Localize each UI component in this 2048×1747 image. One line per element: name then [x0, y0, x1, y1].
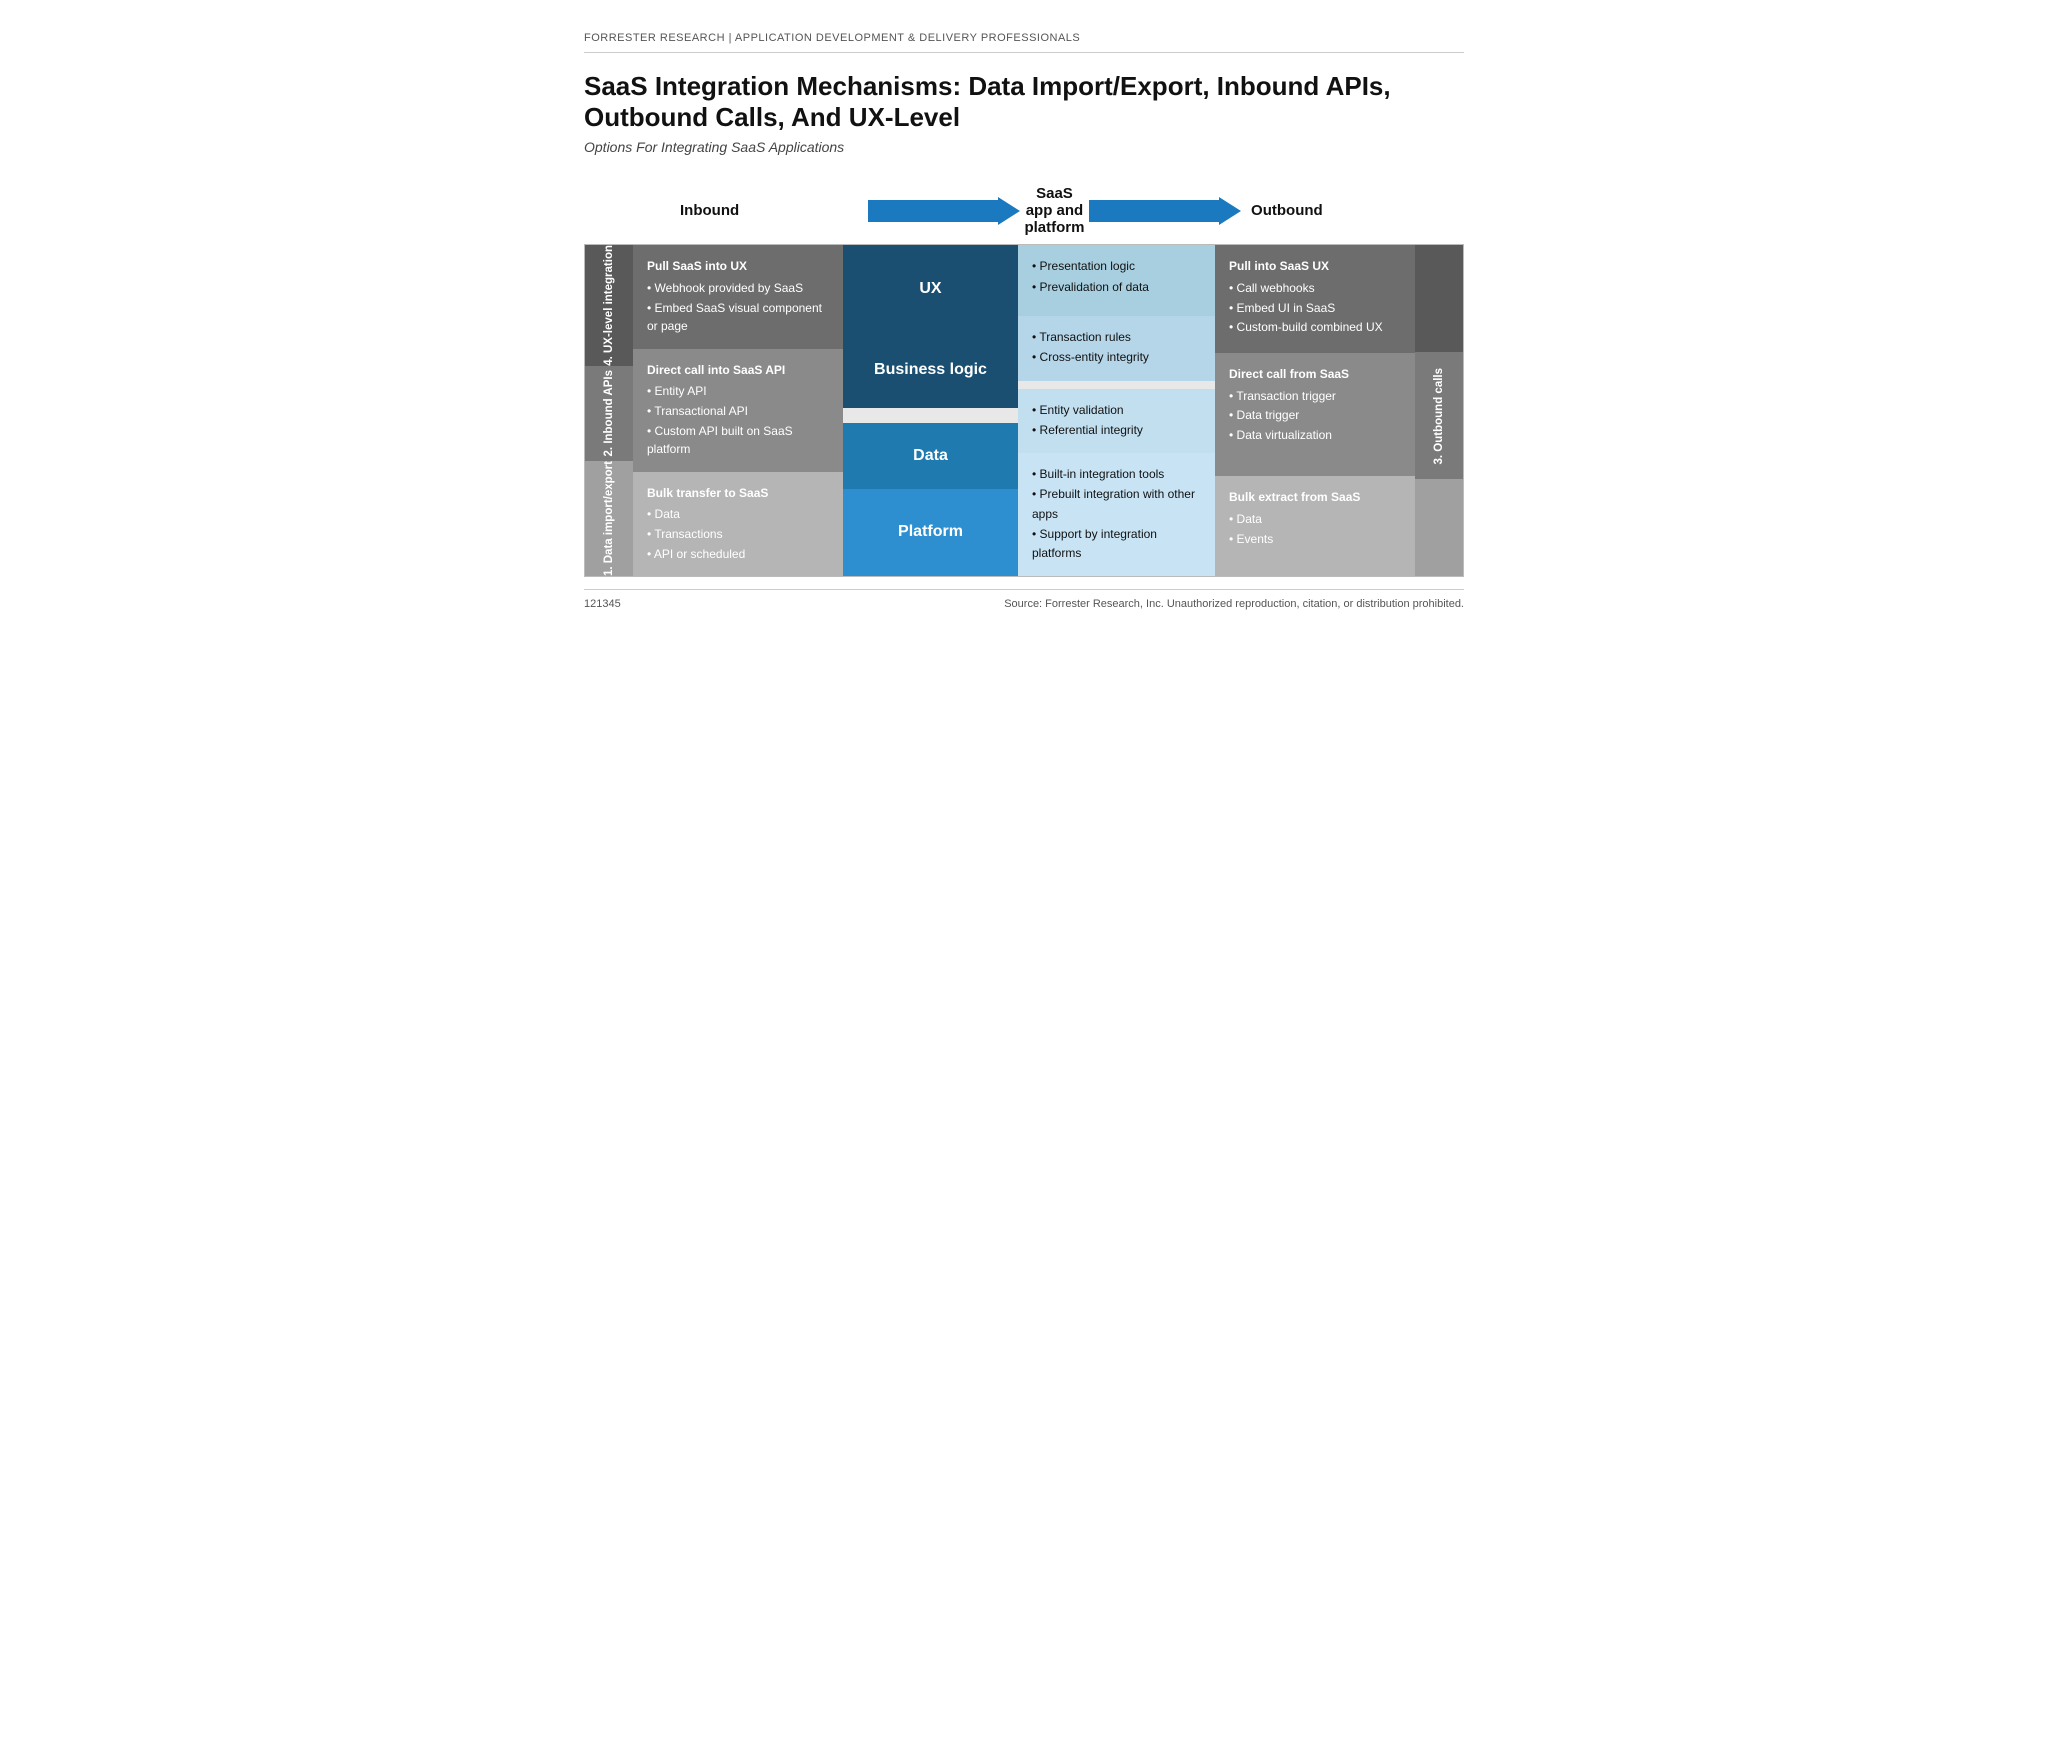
outbound-data-bullet-2: Events [1229, 530, 1401, 549]
inbound-ux-title: Pull SaaS into UX [647, 257, 829, 276]
desc-biz-bullets: Transaction rules Cross-entity integrity [1032, 328, 1201, 367]
desc-data-cell: Entity validation Referential integrity [1018, 389, 1215, 453]
outbound-data-title: Bulk extract from SaaS [1229, 488, 1401, 507]
outbound-arrow [1084, 197, 1241, 225]
sidebar-right: 3. Outbound calls [1415, 245, 1463, 576]
center-ux-box: UX [843, 245, 1018, 332]
inbound-arrow-head [998, 197, 1020, 225]
outbound-calls-label: 3. Outbound calls [1433, 368, 1445, 464]
desc-data-bullets: Entity validation Referential integrity [1032, 401, 1201, 440]
inbound-data-title: Bulk transfer to SaaS [647, 484, 829, 503]
inbound-arrow-body [868, 200, 998, 222]
inbound-data-bullet-3: API or scheduled [647, 545, 829, 564]
inbound-ux-bullet-2: Embed SaaS visual component or page [647, 299, 829, 336]
outbound-arrow-head [1219, 197, 1241, 225]
desc-gap [1018, 381, 1215, 389]
desc-platform-bullet-3: Support by integration platforms [1032, 525, 1201, 563]
sidebar-right-outbound: 3. Outbound calls [1415, 352, 1463, 479]
center-platform-label: Platform [898, 523, 963, 541]
outbound-data-bullet-1: Data [1229, 510, 1401, 529]
sidebar-left: 4. UX-level integration 2. Inbound APIs … [585, 245, 633, 576]
inbound-arrow-label: Inbound [680, 202, 868, 219]
outbound-calls-title: Direct call from SaaS [1229, 365, 1401, 384]
footer: 121345 Source: Forrester Research, Inc. … [584, 589, 1464, 610]
sidebar-right-data [1415, 479, 1463, 576]
center-platform-box: Platform [843, 489, 1018, 576]
arrow-row: Inbound SaaS app and platform Outbound [584, 185, 1464, 236]
outbound-data-bullets: Data Events [1229, 510, 1401, 548]
inbound-data-cell: Bulk transfer to SaaS Data Transactions … [633, 472, 843, 576]
inbound-apis-cell: Direct call into SaaS API Entity API Tra… [633, 349, 843, 472]
desc-data-bullet-1: Entity validation [1032, 401, 1201, 420]
header-bar: FORRESTER RESEARCH | APPLICATION DEVELOP… [584, 32, 1464, 53]
outbound-calls-cell: Direct call from SaaS Transaction trigge… [1215, 353, 1415, 476]
inbound-data-bullet-1: Data [647, 505, 829, 524]
inbound-ux-cell: Pull SaaS into UX Webhook provided by Sa… [633, 245, 843, 348]
inbound-ux-bullets: Webhook provided by SaaS Embed SaaS visu… [647, 279, 829, 336]
outbound-ux-cell: Pull into SaaS UX Call webhooks Embed UI… [1215, 245, 1415, 353]
sidebar-inbound-apis: 2. Inbound APIs [585, 366, 633, 461]
desc-biz-cell: Transaction rules Cross-entity integrity [1018, 316, 1215, 380]
inbound-data-bullet-2: Transactions [647, 525, 829, 544]
sidebar-right-ux [1415, 245, 1463, 352]
inbound-apis-title: Direct call into SaaS API [647, 361, 829, 380]
sidebar-data-export: 1. Data import/export [585, 461, 633, 576]
source-text: Source: Forrester Research, Inc. Unautho… [1004, 598, 1464, 610]
inbound-apis-bullet-2: Transactional API [647, 402, 829, 421]
diagram: 4. UX-level integration 2. Inbound APIs … [584, 244, 1464, 577]
desc-biz-bullet-1: Transaction rules [1032, 328, 1201, 347]
inbound-arrow [868, 197, 1025, 225]
outbound-calls-bullet-2: Data trigger [1229, 406, 1401, 425]
desc-ux-bullets: Presentation logic Prevalidation of data [1032, 257, 1201, 296]
main-title: SaaS Integration Mechanisms: Data Import… [584, 71, 1464, 133]
desc-platform-bullet-2: Prebuilt integration with other apps [1032, 485, 1201, 523]
outbound-ux-bullet-3: Custom-build combined UX [1229, 318, 1401, 337]
desc-ux-cell: Presentation logic Prevalidation of data [1018, 245, 1215, 316]
desc-platform-bullets: Built-in integration tools Prebuilt inte… [1032, 465, 1201, 563]
outbound-arrow-body [1089, 200, 1219, 222]
subtitle: Options For Integrating SaaS Application… [584, 139, 1464, 155]
desc-ux-bullet-2: Prevalidation of data [1032, 278, 1201, 297]
inbound-apis-bullet-1: Entity API [647, 382, 829, 401]
outbound-column: Pull into SaaS UX Call webhooks Embed UI… [1215, 245, 1415, 576]
inbound-ux-bullet-1: Webhook provided by SaaS [647, 279, 829, 298]
center-biz-box: Business logic [843, 333, 1018, 408]
center-column: UX Business logic Data Platform [843, 245, 1018, 576]
ux-level-label: 4. UX-level integration [603, 245, 615, 366]
main-content: Pull SaaS into UX Webhook provided by Sa… [633, 245, 1415, 576]
center-ux-label: UX [919, 280, 941, 298]
doc-id: 121345 [584, 598, 621, 610]
center-gap [843, 408, 1018, 423]
outbound-calls-bullet-1: Transaction trigger [1229, 387, 1401, 406]
outbound-ux-bullet-2: Embed UI in SaaS [1229, 299, 1401, 318]
outbound-data-cell: Bulk extract from SaaS Data Events [1215, 476, 1415, 576]
sidebar-ux-level: 4. UX-level integration [585, 245, 633, 366]
outbound-calls-bullets: Transaction trigger Data trigger Data vi… [1229, 387, 1401, 445]
outbound-ux-title: Pull into SaaS UX [1229, 257, 1401, 276]
center-data-box: Data [843, 423, 1018, 489]
brand-label: FORRESTER RESEARCH [584, 32, 725, 44]
desc-ux-bullet-1: Presentation logic [1032, 257, 1201, 276]
desc-data-bullet-2: Referential integrity [1032, 421, 1201, 440]
outbound-ux-bullets: Call webhooks Embed UI in SaaS Custom-bu… [1229, 279, 1401, 337]
category-label: APPLICATION DEVELOPMENT & DELIVERY PROFE… [735, 32, 1080, 44]
inbound-column: Pull SaaS into UX Webhook provided by Sa… [633, 245, 843, 576]
desc-platform-cell: Built-in integration tools Prebuilt inte… [1018, 453, 1215, 576]
outbound-calls-bullet-3: Data virtualization [1229, 426, 1401, 445]
description-column: Presentation logic Prevalidation of data… [1018, 245, 1215, 576]
desc-platform-bullet-1: Built-in integration tools [1032, 465, 1201, 484]
desc-biz-bullet-2: Cross-entity integrity [1032, 348, 1201, 367]
inbound-apis-bullet-3: Custom API built on SaaS platform [647, 422, 829, 459]
center-data-label: Data [913, 447, 948, 465]
center-arrow-label: SaaS app and platform [1024, 185, 1084, 236]
inbound-data-bullets: Data Transactions API or scheduled [647, 505, 829, 563]
outbound-ux-bullet-1: Call webhooks [1229, 279, 1401, 298]
center-biz-label: Business logic [874, 361, 987, 379]
outbound-arrow-label: Outbound [1241, 202, 1421, 219]
inbound-apis-bullets: Entity API Transactional API Custom API … [647, 382, 829, 458]
inbound-apis-label: 2. Inbound APIs [603, 370, 615, 456]
data-export-label: 1. Data import/export [603, 461, 615, 576]
